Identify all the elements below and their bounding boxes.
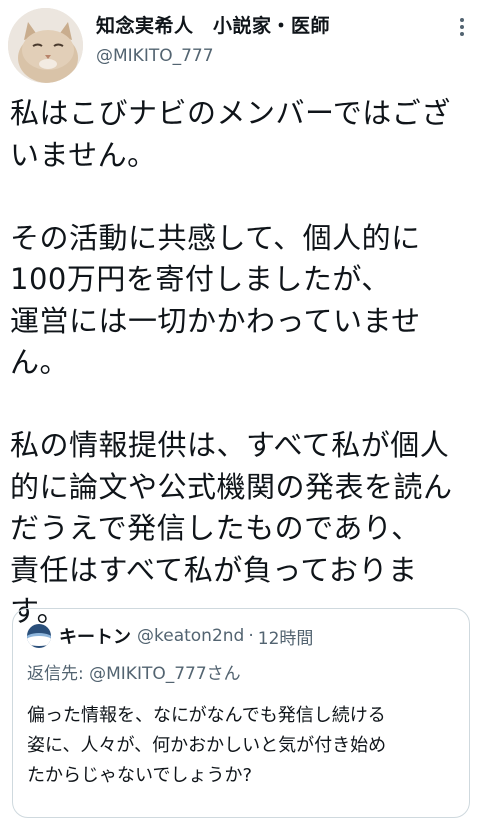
quote-line: 姿に、人々が、何かおかしいと気が付き始め [27, 735, 387, 756]
quote-avatar-icon[interactable] [27, 624, 51, 648]
quoted-tweet-card[interactable]: キートン @keaton2nd · 12時間 返信先: @MIKITO_777さ… [12, 608, 470, 818]
tweet-line: 100万円を寄付しましたが、 [10, 262, 391, 296]
quote-author-handle[interactable]: @keaton2nd [137, 626, 244, 646]
tweet-line: いません。 [10, 137, 157, 172]
quote-timestamp[interactable]: 12時間 [258, 624, 314, 649]
tweet-line: 私はこびナビのメンバーではござ [10, 96, 451, 130]
more-options-icon[interactable] [458, 18, 466, 40]
reply-to-label[interactable]: 返信先: @MIKITO_777さん [27, 659, 241, 684]
quote-line: たからじゃないでしょうか? [27, 765, 253, 786]
planet-avatar-icon [27, 624, 51, 648]
quoted-tweet-body: 偏った情報を、なにがなんでも発信し続ける 姿に、人々が、何かおかしいと気が付き始… [27, 701, 459, 791]
author-name-block[interactable]: 知念実希人 小説家・医師 @MIKITO_777 [96, 14, 436, 67]
quoted-tweet-header: キートン @keaton2nd · 12時間 [27, 623, 313, 649]
author-display-name[interactable]: 知念実希人 小説家・医師 [96, 14, 436, 38]
tweet-line: 私の情報提供は、すべて私が個人 [10, 428, 450, 462]
tweet-header: 知念実希人 小説家・医師 @MIKITO_777 [0, 0, 480, 90]
tweet-line: ん。 [10, 345, 70, 379]
quote-line: 偏った情報を、なにがなんでも発信し続ける [27, 705, 386, 726]
tweet-line: 運営には一切かかわっていませ [10, 303, 421, 338]
tweet-line-blank [10, 384, 472, 426]
tweet-line: その活動に共感して、個人的に [10, 220, 421, 255]
tweet-line: 責任はすべて私が負っておりま [10, 552, 418, 587]
tweet-line-blank [10, 176, 472, 218]
author-handle[interactable]: @MIKITO_777 [96, 45, 436, 67]
tweet-line: だうえで発信したものであり、 [10, 511, 421, 545]
quote-separator: · [248, 626, 254, 646]
tweet-line: 的に論文や公式機関の発表を読ん [10, 469, 453, 504]
cat-avatar-icon [8, 8, 83, 83]
tweet-body: 私はこびナビのメンバーではござ いません。 その活動に共感して、個人的に 100… [10, 93, 472, 633]
author-avatar[interactable] [8, 8, 83, 83]
quote-author-name[interactable]: キートン [59, 623, 131, 649]
